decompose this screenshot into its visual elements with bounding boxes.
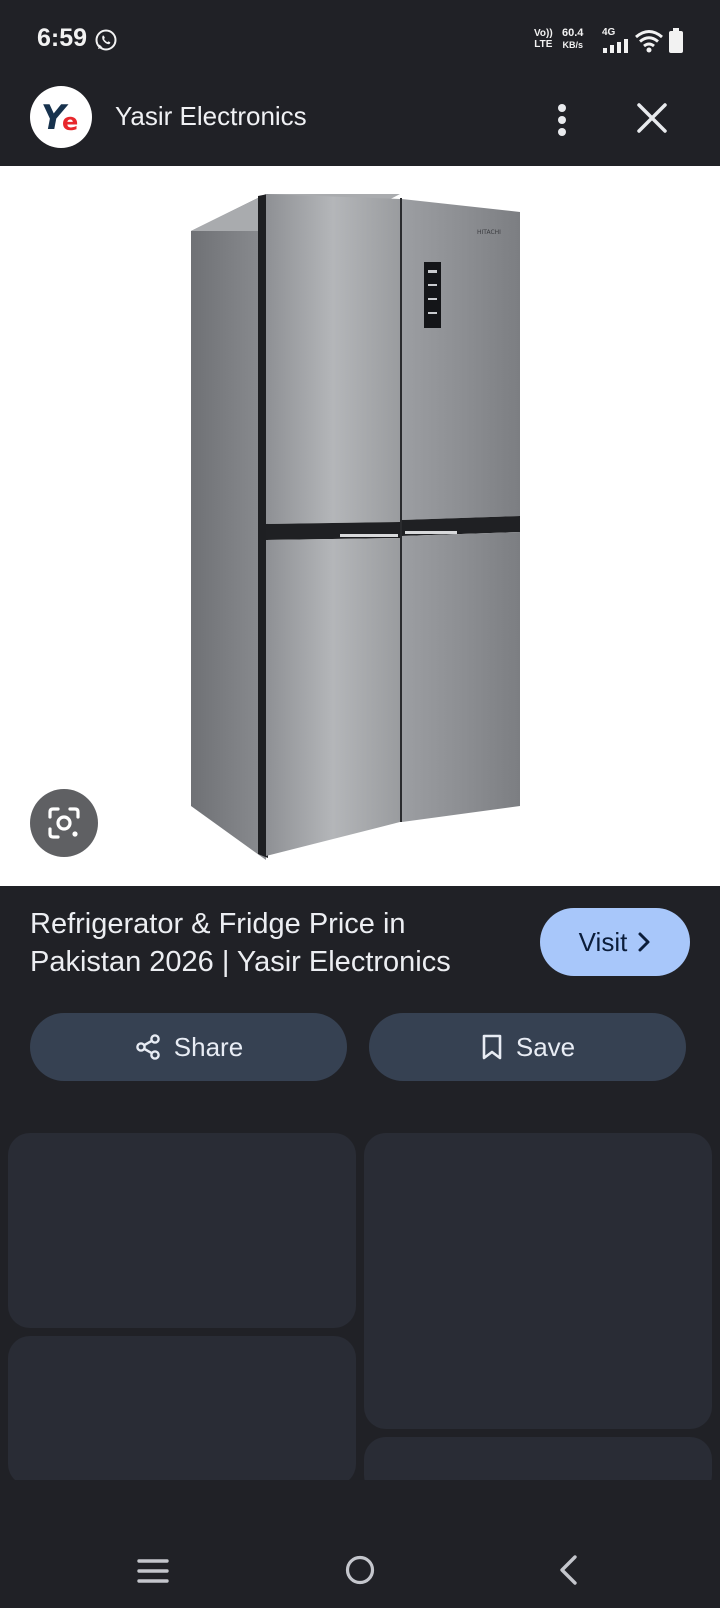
status-time: 6:59 [37,24,88,52]
chevron-right-icon [638,932,650,952]
save-label: Save [515,1031,576,1062]
share-label: Share [173,1031,244,1062]
recents-icon[interactable] [136,1556,170,1586]
google-lens-icon [48,807,80,839]
wifi-icon [635,30,663,53]
result-title[interactable]: Refrigerator & Fridge Price in Pakistan … [30,905,500,981]
related-result-placeholder [8,1336,356,1486]
related-result-placeholder [8,1133,356,1328]
app-header: Y e Yasir Electronics [0,82,720,166]
close-icon[interactable] [630,96,674,140]
site-title: Yasir Electronics [115,101,307,131]
more-vert-icon[interactable] [540,98,584,142]
product-image[interactable]: HITACHI [0,166,720,886]
back-icon[interactable] [556,1554,580,1586]
site-logo: Y e [30,86,92,148]
volte-indicator: Vo)) LTE [534,28,553,50]
battery-icon [669,28,683,53]
save-button[interactable]: Save [369,1013,686,1081]
system-nav-bar [0,1480,720,1608]
signal-icon [603,39,628,53]
share-button[interactable]: Share [30,1013,347,1081]
visit-label: Visit [578,926,628,957]
status-bar: 6:59 Vo)) LTE 60.4 KB/s 4G [0,0,720,82]
related-result-placeholder [364,1133,712,1429]
logo-letter-e: e [62,108,79,136]
network-speed: 60.4 KB/s [562,27,584,50]
home-icon[interactable] [344,1554,376,1586]
visit-button[interactable]: Visit [540,908,690,976]
brand-text: HITACHI [477,229,501,236]
bookmark-icon [482,1034,502,1060]
network-type: 4G [602,27,616,38]
whatsapp-icon [95,29,117,51]
google-lens-button[interactable] [30,789,98,857]
share-icon [135,1034,160,1060]
refrigerator-image: HITACHI [191,194,520,860]
